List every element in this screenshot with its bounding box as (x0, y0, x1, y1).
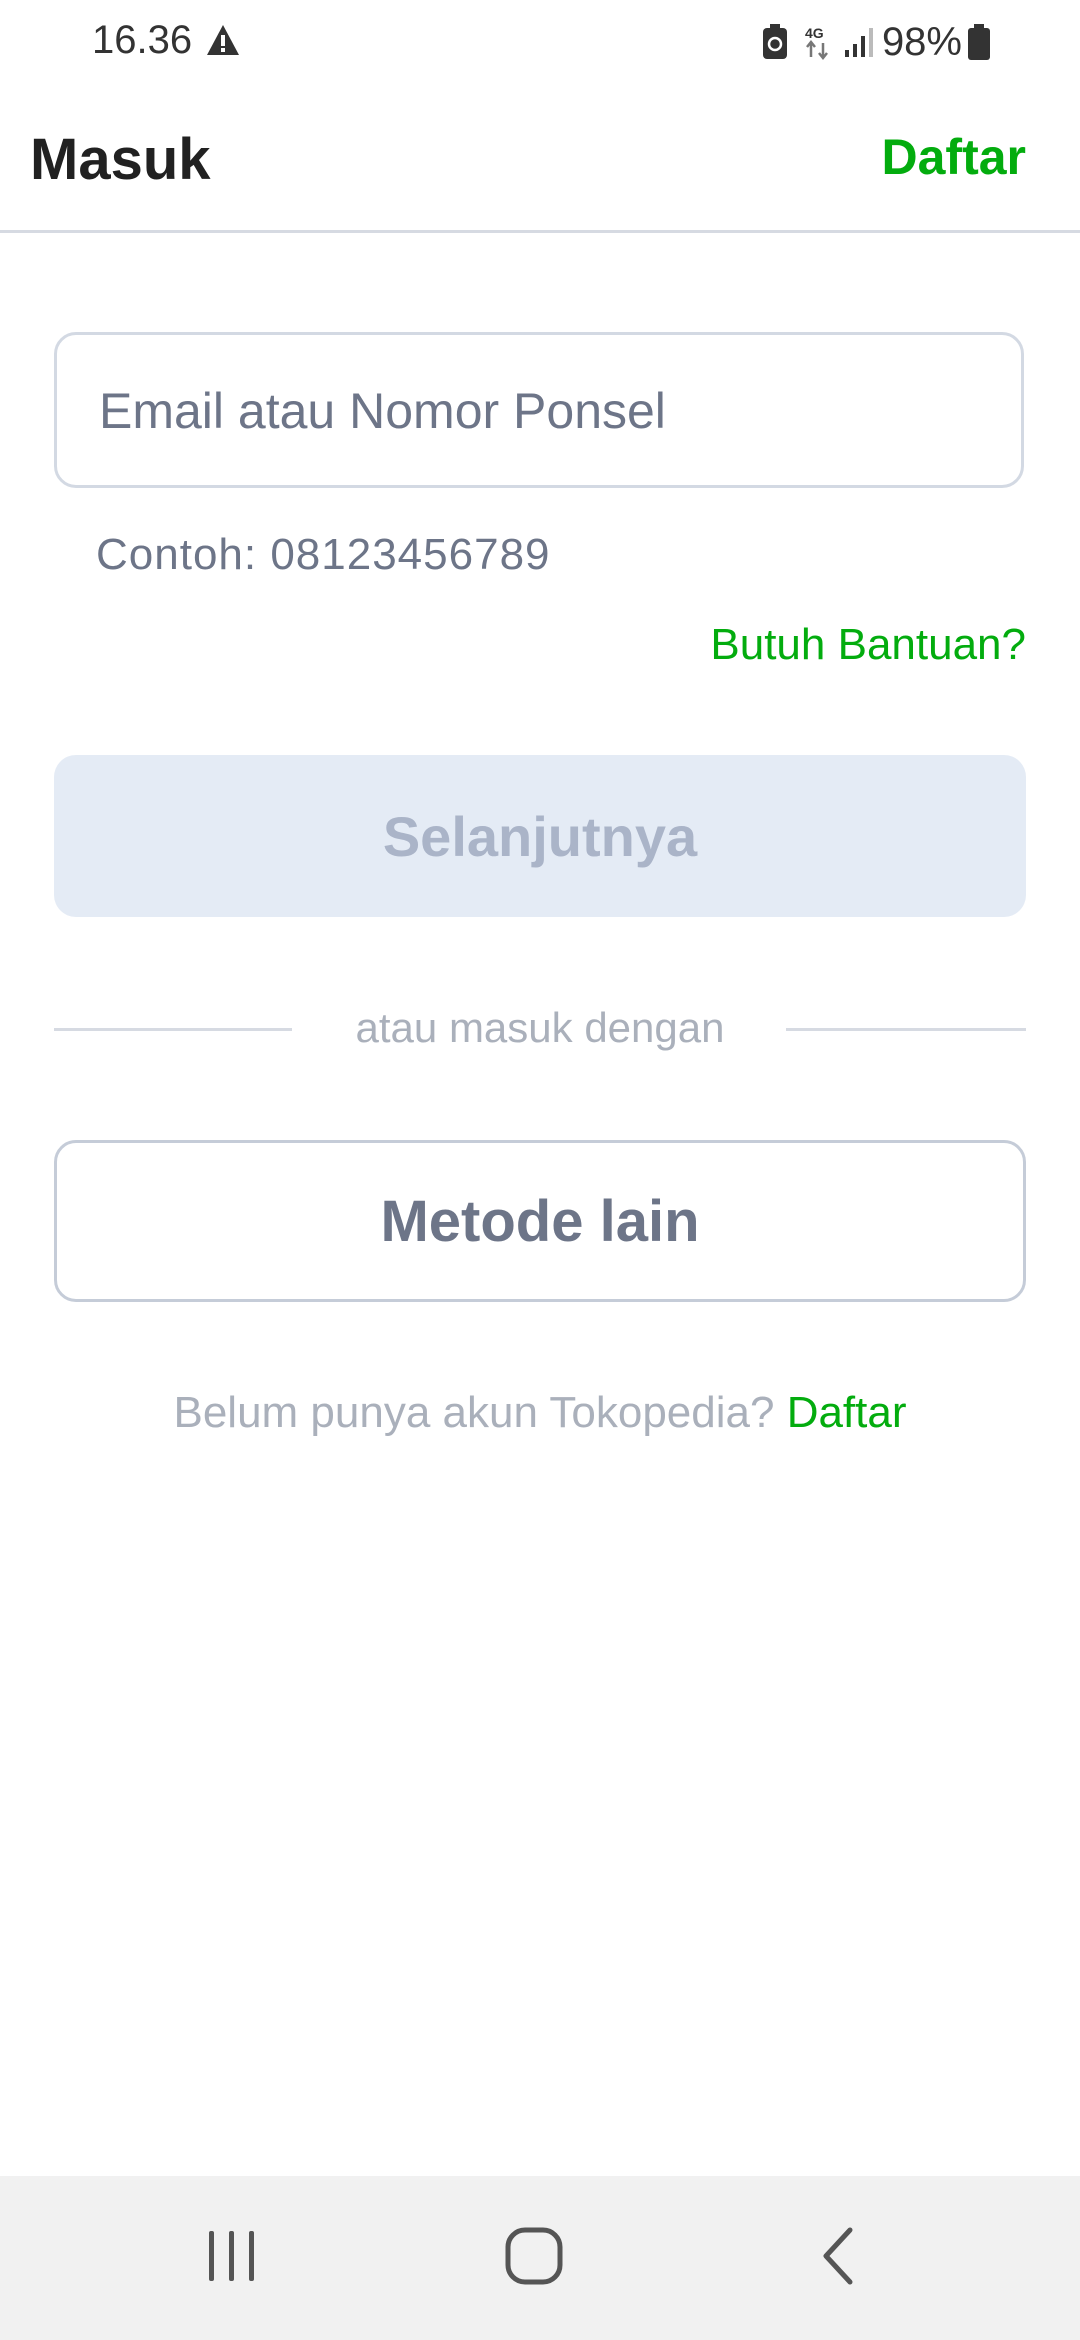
status-bar: 16.36 4G 98% (0, 0, 1080, 84)
next-button[interactable]: Selanjutnya (54, 755, 1026, 917)
recents-icon (205, 2229, 259, 2288)
help-link[interactable]: Butuh Bantuan? (710, 620, 1026, 670)
warning-icon (206, 24, 240, 56)
battery-saver-icon (762, 24, 788, 60)
home-button[interactable] (434, 2176, 634, 2340)
email-phone-field[interactable] (54, 332, 1024, 488)
status-icons: 4G 98% (762, 18, 990, 66)
signal-icon (844, 26, 874, 58)
battery-icon (968, 24, 990, 60)
app-header: Masuk Daftar (0, 84, 1080, 233)
status-time: 16.36 (92, 18, 193, 62)
network-type-icon: 4G (802, 24, 834, 60)
input-helper-text: Contoh: 08123456789 (96, 530, 551, 579)
register-link-header[interactable]: Daftar (882, 128, 1026, 186)
signup-prompt: Belum punya akun Tokopedia? Daftar (0, 1388, 1080, 1438)
page-title: Masuk (30, 127, 211, 192)
divider-line-right (786, 1028, 1026, 1031)
signup-link[interactable]: Daftar (787, 1388, 907, 1437)
system-nav-bar (0, 2176, 1080, 2340)
other-method-button[interactable]: Metode lain (54, 1140, 1026, 1302)
email-phone-input[interactable] (97, 335, 981, 487)
network-type-label: 4G (805, 25, 824, 41)
recents-button[interactable] (132, 2176, 332, 2340)
home-icon (504, 2226, 564, 2291)
back-button[interactable] (738, 2176, 938, 2340)
signup-text: Belum punya akun Tokopedia? (173, 1388, 775, 1437)
battery-percentage: 98% (881, 19, 962, 64)
back-icon (818, 2226, 858, 2291)
